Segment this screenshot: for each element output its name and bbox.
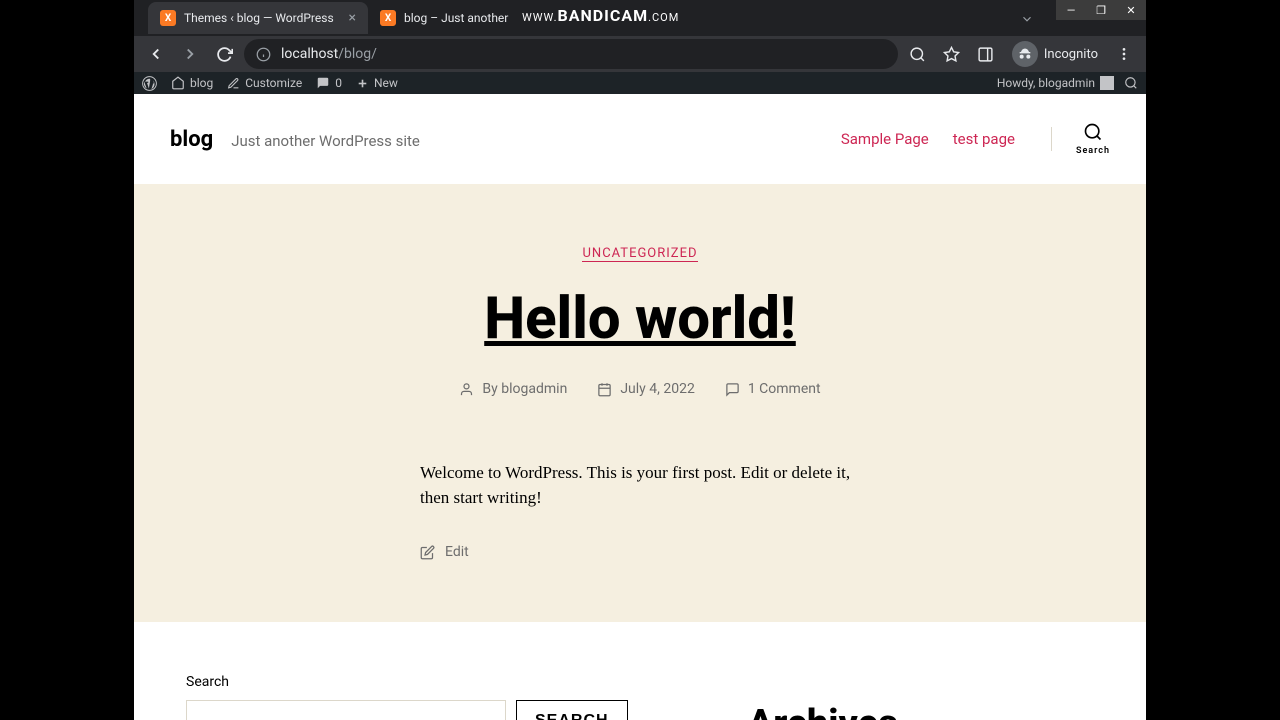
wp-new-link[interactable]: New — [356, 76, 398, 90]
category-link[interactable]: UNCATEGORIZED — [582, 246, 697, 262]
xampp-favicon-icon: X — [160, 10, 176, 26]
incognito-icon — [1012, 41, 1038, 67]
search-icon — [1083, 122, 1103, 142]
post: UNCATEGORIZED Hello world! By blogadmin … — [134, 184, 1146, 622]
wp-admin-bar: blog Customize 0 New Howdy, blogadmin — [134, 72, 1146, 94]
close-icon[interactable]: × — [349, 10, 356, 26]
forward-button[interactable] — [176, 40, 204, 68]
post-title-link[interactable]: Hello world! — [484, 285, 796, 353]
browser-toolbar: localhost/blog/ Incognito — [134, 36, 1146, 72]
search-widget: Search SEARCH — [186, 674, 628, 720]
site-header: blog Just another WordPress site Sample … — [134, 94, 1146, 184]
chevron-down-icon[interactable] — [1020, 12, 1034, 26]
maximize-button[interactable]: ❐ — [1086, 0, 1116, 20]
nav-link-test-page[interactable]: test page — [953, 130, 1015, 148]
tab-strip: X Themes ‹ blog — WordPress × X blog – J… — [134, 0, 1146, 36]
nav-separator — [1051, 127, 1052, 151]
tab-title: Themes ‹ blog — WordPress — [184, 11, 341, 25]
post-title: Hello world! — [174, 285, 1106, 353]
avatar-icon — [1100, 76, 1114, 90]
comment-icon — [725, 382, 740, 397]
post-content: Welcome to WordPress. This is your first… — [420, 461, 860, 510]
site-title[interactable]: blog — [170, 127, 213, 152]
archives-widget: Archives — [748, 674, 898, 720]
edit-icon — [420, 545, 435, 560]
search-button[interactable]: SEARCH — [516, 700, 628, 720]
bandicam-watermark: WWW.BANDICAM.COM — [522, 6, 679, 25]
search-input[interactable] — [186, 700, 506, 720]
post-date: July 4, 2022 — [597, 381, 695, 397]
search-toggle[interactable]: Search — [1076, 122, 1110, 156]
menu-icon[interactable] — [1110, 40, 1138, 68]
post-comments: 1 Comment — [725, 381, 821, 397]
address-bar[interactable]: localhost/blog/ — [244, 39, 898, 69]
window-controls: ― ❐ ✕ — [1056, 0, 1146, 20]
post-meta: By blogadmin July 4, 2022 1 Comment — [174, 381, 1106, 397]
back-button[interactable] — [142, 40, 170, 68]
date-link[interactable]: July 4, 2022 — [620, 381, 695, 397]
reload-button[interactable] — [210, 40, 238, 68]
close-button[interactable]: ✕ — [1116, 0, 1146, 20]
wp-customize-link[interactable]: Customize — [227, 76, 302, 90]
search-icon[interactable] — [904, 40, 932, 68]
primary-nav: Sample Page test page Search — [841, 122, 1110, 156]
nav-link-sample-page[interactable]: Sample Page — [841, 130, 929, 148]
search-label: Search — [186, 674, 628, 690]
archives-title: Archives — [748, 702, 898, 720]
edit-post-link[interactable]: Edit — [420, 544, 860, 560]
wp-site-link[interactable]: blog — [171, 76, 213, 90]
xampp-favicon-icon: X — [380, 10, 396, 26]
url-text: localhost/blog/ — [281, 46, 377, 62]
site-info-icon[interactable] — [256, 47, 271, 62]
minimize-button[interactable]: ― — [1056, 0, 1086, 20]
bookmark-icon[interactable] — [938, 40, 966, 68]
site-description: Just another WordPress site — [231, 132, 420, 150]
incognito-badge[interactable]: Incognito — [1006, 41, 1104, 67]
wp-account-link[interactable]: Howdy, blogadmin — [997, 76, 1114, 90]
page-content[interactable]: blog Just another WordPress site Sample … — [134, 94, 1146, 720]
wp-logo-icon[interactable] — [142, 76, 157, 91]
author-link[interactable]: blogadmin — [501, 381, 567, 397]
wp-search-icon[interactable] — [1124, 76, 1138, 90]
chrome-header: X Themes ‹ blog — WordPress × X blog – J… — [134, 0, 1146, 72]
post-author: By blogadmin — [459, 381, 567, 397]
footer-widgets: Search SEARCH Archives — [134, 622, 1146, 720]
post-category: UNCATEGORIZED — [174, 242, 1106, 261]
user-icon — [459, 382, 474, 397]
comments-link[interactable]: 1 Comment — [748, 381, 821, 397]
browser-tab[interactable]: X Themes ‹ blog — WordPress × — [148, 2, 368, 34]
incognito-label: Incognito — [1044, 47, 1098, 62]
calendar-icon — [597, 382, 612, 397]
wp-comments-link[interactable]: 0 — [316, 76, 342, 90]
side-panel-icon[interactable] — [972, 40, 1000, 68]
